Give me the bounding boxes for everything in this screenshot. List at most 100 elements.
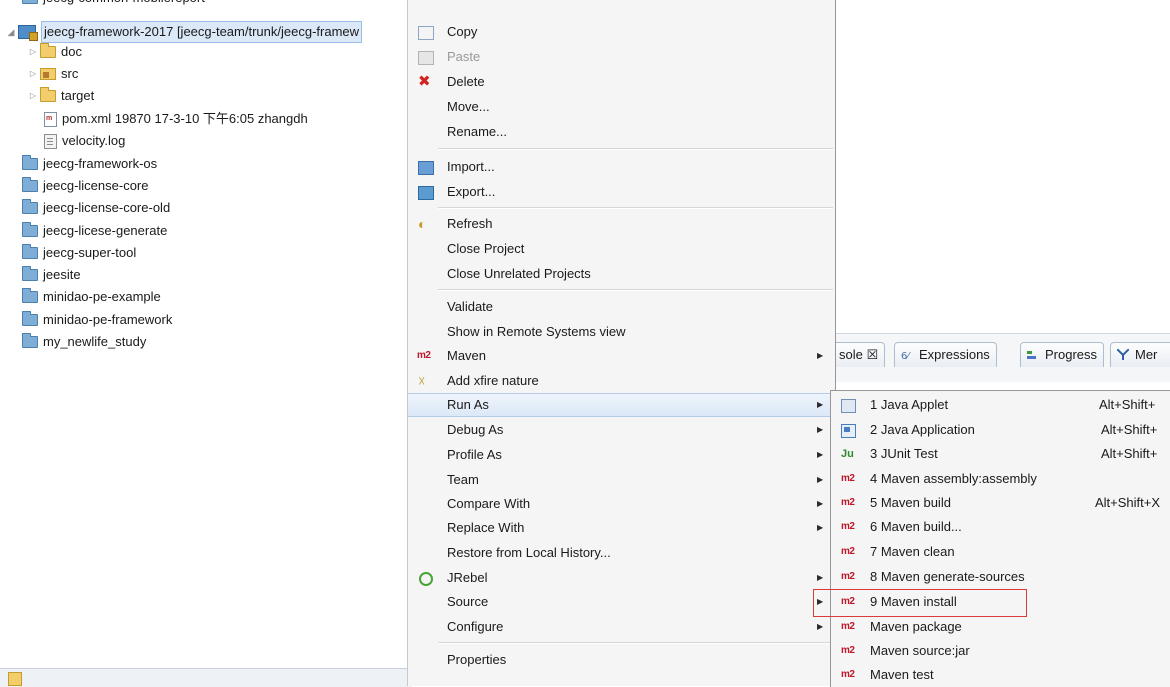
tab-label: sole ☒ [839,347,879,362]
xml-file-icon [44,111,57,127]
tab-console[interactable]: sole ☒ [832,342,886,367]
menu-item-export[interactable]: Export... [408,180,835,204]
menu-item-delete[interactable]: ✖ Delete [408,70,835,94]
collapse-twisty-icon[interactable]: ▷ [28,42,38,62]
folder-icon [40,87,56,102]
submenu-item-maven-package[interactable]: m2 Maven package [831,615,1170,639]
folder-icon [40,43,56,58]
shortcut-label: Alt+Shift+ [1099,397,1156,412]
tree-item-selected-project[interactable]: ◢ jeecg-framework-2017 [jeecg-team/trunk… [6,21,363,43]
log-file-icon [44,133,57,149]
junit-icon: Ju [841,448,854,460]
menu-item-label: Source [447,594,489,609]
refresh-icon: ◐ [418,216,427,232]
tree-item-label: jeecg-common-mobilereport [43,0,205,8]
m2-icon: m2 [841,473,855,484]
tree-item-project[interactable]: jeecg-framework-os [22,154,157,174]
tree-item-target[interactable]: ▷ target [28,86,94,106]
menu-item-label: JRebel [447,570,488,585]
expressions-icon: 6⁄ [901,351,911,360]
tree-item-velocity-log[interactable]: velocity.log [44,131,125,151]
project-icon [22,0,38,4]
tab-memory[interactable]: Mer [1110,342,1170,367]
menu-item-refresh[interactable]: ◐ Refresh [408,212,835,236]
tab-progress[interactable]: Progress [1020,342,1105,367]
submenu-item-maven-generate-sources[interactable]: m2 8 Maven generate-sources [831,565,1170,589]
submenu-item-maven-test[interactable]: m2 Maven test [831,663,1170,687]
tree-item-label: jeesite [43,267,81,282]
submenu-arrow-icon: ▶ [817,425,824,434]
expand-twisty-icon[interactable]: ◢ [6,22,16,42]
submenu-item-label: 1 Java Applet [870,397,949,412]
tree-item-label: target [61,88,95,103]
tree-item-project[interactable]: jeesite [22,265,81,285]
menu-item-maven[interactable]: m2 Maven ▶ [408,344,835,368]
tab-label: Mer [1135,347,1158,362]
menu-item-properties[interactable]: Properties [408,648,835,672]
paste-icon [418,51,434,65]
menu-item-move[interactable]: Move... [408,95,835,119]
tree-item-partial[interactable]: jeecg-common-mobilereport [22,0,205,8]
submenu-item-maven-assembly[interactable]: m2 4 Maven assembly:assembly [831,467,1170,491]
menu-item-add-xfire[interactable]: ☓ Add xfire nature [408,369,835,393]
tree-item-project[interactable]: jeecg-license-core-old [22,198,170,218]
submenu-item-maven-build-dialog[interactable]: m2 6 Maven build... [831,515,1170,539]
menu-item-close-unrelated[interactable]: Close Unrelated Projects [408,262,835,286]
tree-item-project[interactable]: my_newlife_study [22,332,146,352]
submenu-item-maven-build[interactable]: m2 5 Maven build Alt+Shift+X [831,491,1170,515]
project-icon [22,155,38,170]
submenu-item-label: Maven source:jar [870,643,970,658]
menu-item-replace-with[interactable]: Replace With ▶ [408,516,835,540]
submenu-item-junit[interactable]: Ju 3 JUnit Test Alt+Shift+ [831,442,1170,466]
delete-icon: ✖ [418,73,431,90]
menu-item-run-as[interactable]: Run As ▶ [408,393,835,417]
menu-item-configure[interactable]: Configure ▶ [408,615,835,639]
tree-item-project[interactable]: minidao-pe-example [22,287,161,307]
menu-item-jrebel[interactable]: JRebel ▶ [408,566,835,590]
menu-item-paste[interactable]: Paste [408,45,835,69]
tree-item-label: jeecg-framework-os [43,156,158,171]
tab-expressions[interactable]: 6⁄ Expressions [894,342,997,367]
menu-item-validate[interactable]: Validate [408,295,835,319]
tree-item-doc[interactable]: ▷ doc [28,42,82,62]
collapse-twisty-icon[interactable]: ▷ [28,86,38,106]
tree-item-pom[interactable]: pom.xml 19870 17-3-10 下午6:05 zhangdh [44,109,308,129]
menu-item-compare-with[interactable]: Compare With ▶ [408,492,835,516]
tree-item-project[interactable]: jeecg-super-tool [22,243,136,263]
submenu-item-java-application[interactable]: 2 Java Application Alt+Shift+ [831,418,1170,442]
menu-item-show-remote[interactable]: Show in Remote Systems view [408,320,835,344]
menu-separator [438,148,833,150]
tree-item-label: doc [61,44,82,59]
menu-item-label: Replace With [447,520,525,535]
tree-item-src[interactable]: ▷ src [28,64,78,84]
submenu-arrow-icon: ▶ [817,573,824,582]
collapse-twisty-icon[interactable]: ▷ [28,64,38,84]
menu-item-debug-as[interactable]: Debug As ▶ [408,418,835,442]
project-icon [22,288,38,303]
tree-item-project[interactable]: jeecg-license-core [22,176,149,196]
shortcut-label: Alt+Shift+ [1101,446,1158,461]
menu-item-source[interactable]: Source ▶ [408,590,835,614]
menu-item-rename[interactable]: Rename... [408,120,835,144]
tree-item-project[interactable]: minidao-pe-framework [22,310,172,330]
submenu-item-label: 7 Maven clean [870,544,955,559]
submenu-arrow-icon: ▶ [817,523,824,532]
menu-item-close-project[interactable]: Close Project [408,237,835,261]
tree-item-project[interactable]: jeecg-licese-generate [22,221,167,241]
menu-item-team[interactable]: Team ▶ [408,468,835,492]
menu-item-import[interactable]: Import... [408,155,835,179]
submenu-arrow-icon: ▶ [817,475,824,484]
menu-item-label: Compare With [447,496,531,511]
menu-item-label: Import... [447,159,495,174]
menu-item-restore-history[interactable]: Restore from Local History... [408,541,835,565]
package-folder-icon [40,68,56,80]
submenu-item-maven-clean[interactable]: m2 7 Maven clean [831,540,1170,564]
submenu-item-label: Maven test [870,667,934,682]
menu-item-copy[interactable]: Copy [408,20,835,44]
bottom-view-tabbar: sole ☒ 6⁄ Expressions Progress Mer [832,333,1170,382]
submenu-item-maven-source-jar[interactable]: m2 Maven source:jar [831,639,1170,663]
m2-icon: m2 [841,669,855,680]
menu-item-profile-as[interactable]: Profile As ▶ [408,443,835,467]
submenu-item-java-applet[interactable]: 1 Java Applet Alt+Shift+ [831,393,1170,417]
project-icon [22,222,38,237]
